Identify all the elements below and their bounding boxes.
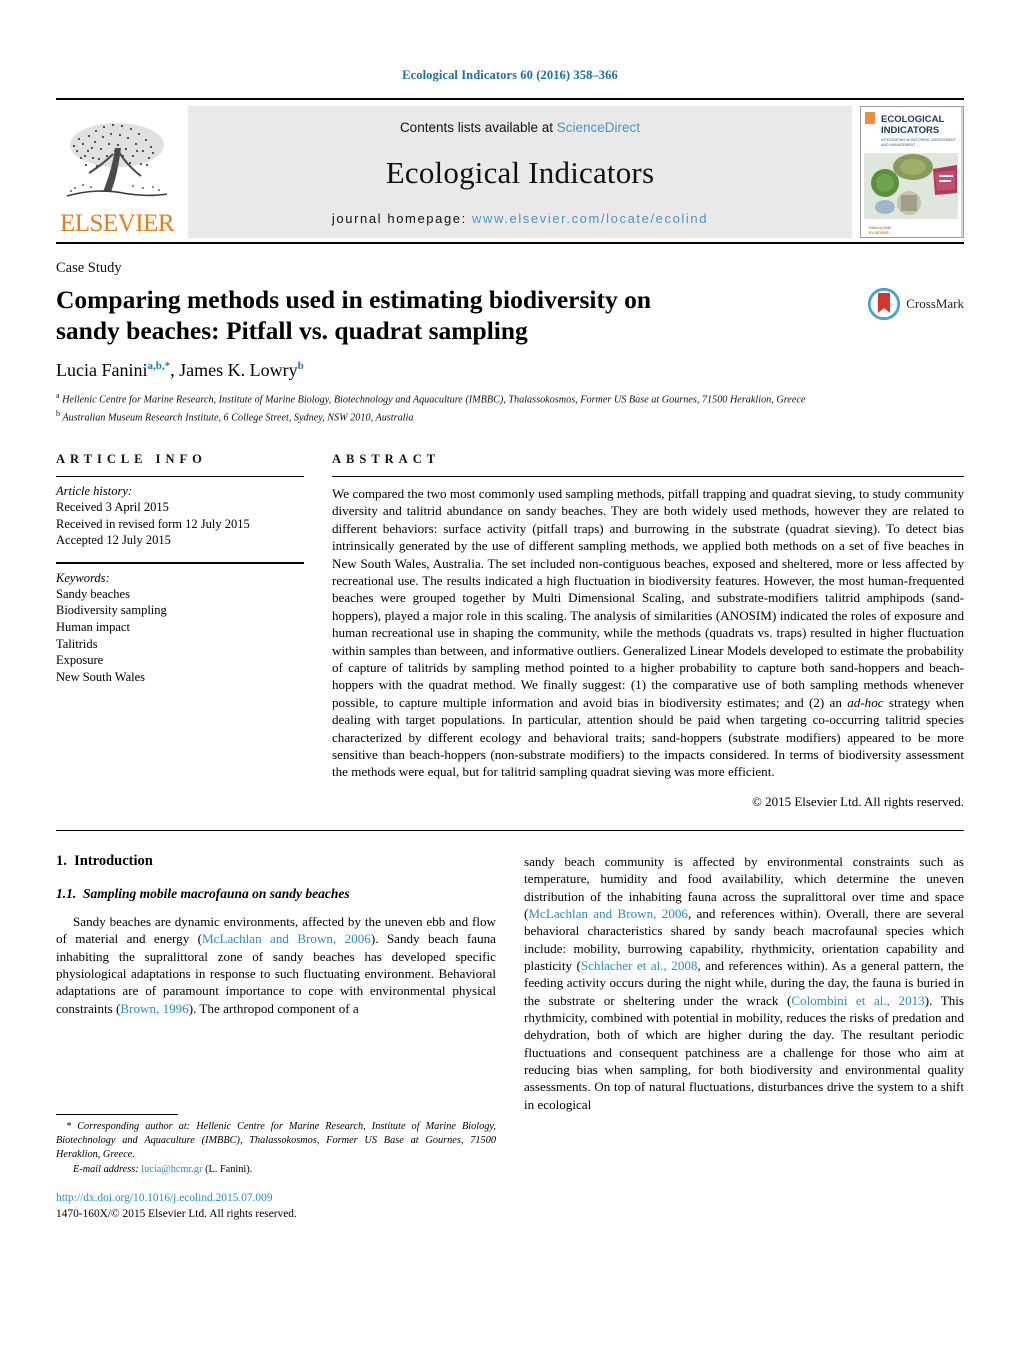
issn-copyright-line: 1470-160X/© 2015 Elsevier Ltd. All right… <box>56 1207 297 1220</box>
body-columns: 1. Introduction 1.1. Sampling mobile mac… <box>56 853 964 1222</box>
subsection-number: 1.1. <box>56 885 77 901</box>
article-page: Ecological Indicators 60 (2016) 358–366 <box>0 0 1020 1351</box>
paragraph-text: ). This rhythmicity, combined with poten… <box>524 992 964 1112</box>
left-column: 1. Introduction 1.1. Sampling mobile mac… <box>56 853 496 1222</box>
doi-link[interactable]: http://dx.doi.org/10.1016/j.ecolind.2015… <box>56 1191 496 1206</box>
elsevier-wordmark: ELSEVIER <box>59 210 175 237</box>
affiliation-b-text: Australian Museum Research Institute, 6 … <box>62 412 414 424</box>
running-head: Ecological Indicators 60 (2016) 358–366 <box>402 68 618 82</box>
email-note: E-mail address: lucia@hcmr.gr (L. Fanini… <box>56 1163 496 1177</box>
history-item: Received 3 April 2015 <box>56 499 169 514</box>
svg-text:INTEGRATING MONITORING, ASSESS: INTEGRATING MONITORING, ASSESSMENT <box>881 138 957 142</box>
paragraph: Sandy beaches are dynamic environments, … <box>56 913 496 1017</box>
footnote-block: * Corresponding author at: Hellenic Cent… <box>56 1114 496 1222</box>
article-info-heading: ARTICLE INFO <box>56 451 207 466</box>
article-history-label: Article history: <box>56 483 133 498</box>
article-type-label: Case Study <box>56 260 122 276</box>
divider <box>56 475 304 477</box>
affiliation-a-text: Hellenic Centre for Marine Research, Ins… <box>62 394 806 406</box>
crossmark-label: CrossMark <box>906 296 964 311</box>
copyright-line: © 2015 Elsevier Ltd. All rights reserved… <box>751 793 964 809</box>
citation-link[interactable]: McLachlan and Brown, 2006 <box>202 931 371 946</box>
subsection-heading: 1.1. Sampling mobile macrofauna on sandy… <box>56 886 496 902</box>
journal-title: Ecological Indicators <box>385 155 655 190</box>
cover-artwork: ECOLOGICAL INDICATORS INTEGRATING MONITO… <box>861 107 961 237</box>
homepage-url-link[interactable]: www.elsevier.com/locate/ecolind <box>472 211 708 226</box>
svg-text:ELSEVIER: ELSEVIER <box>869 230 889 235</box>
section-divider <box>56 829 964 831</box>
svg-text:AND MANAGEMENT: AND MANAGEMENT <box>881 143 916 147</box>
divider <box>56 561 304 564</box>
corresponding-author-text: * Corresponding author at: Hellenic Cent… <box>56 1121 496 1160</box>
keyword-item: Exposure <box>56 653 104 668</box>
keywords-label: Keywords: <box>56 570 110 585</box>
journal-masthead: ELSEVIER Contents lists available at Sci… <box>56 98 964 244</box>
divider <box>332 475 964 477</box>
affiliations: a Hellenic Centre for Marine Research, I… <box>56 390 964 426</box>
abstract-part-1: We compared the two most commonly used s… <box>332 485 964 710</box>
citation-link[interactable]: Brown, 1996 <box>120 1001 188 1016</box>
homepage-line: journal homepage: www.elsevier.com/locat… <box>332 211 708 226</box>
section-number: 1. <box>56 852 67 869</box>
journal-band: Contents lists available at ScienceDirec… <box>188 106 852 238</box>
abstract-italic-term: ad-hoc <box>847 694 884 710</box>
author-list: Lucia Faninia,b,*, James K. Lowryb <box>56 360 964 381</box>
history-item: Accepted 12 July 2015 <box>56 533 171 548</box>
page-title: Comparing methods used in estimating bio… <box>56 285 652 345</box>
elsevier-logo: ELSEVIER <box>56 106 178 238</box>
citation-link[interactable]: Colombini et al., 2013 <box>791 993 924 1008</box>
paragraph-text: ). The arthropod component of a <box>188 1000 359 1016</box>
citation-link[interactable]: Schlacher et al., 2008 <box>581 958 698 973</box>
keyword-item: Human impact <box>56 620 130 635</box>
keyword-item: Sandy beaches <box>56 586 130 601</box>
affiliation-b: b Australian Museum Research Institute, … <box>56 409 414 424</box>
citation-link[interactable]: McLachlan and Brown, 2006 <box>528 906 688 921</box>
keyword-item: New South Wales <box>56 669 146 684</box>
crossmark-badge[interactable]: CrossMark <box>867 287 964 321</box>
email-suffix: (L. Fanini). <box>202 1163 253 1175</box>
contents-line: Contents lists available at ScienceDirec… <box>400 120 640 135</box>
svg-text:INDICATORS: INDICATORS <box>881 125 939 136</box>
paragraph: sandy beach community is affected by env… <box>524 853 964 1113</box>
title-row: Comparing methods used in estimating bio… <box>56 277 964 346</box>
abstract-column: ABSTRACT We compared the two most common… <box>332 452 964 810</box>
abstract-text: We compared the two most commonly used s… <box>332 485 964 781</box>
journal-cover-thumbnail: ECOLOGICAL INDICATORS INTEGRATING MONITO… <box>860 106 964 238</box>
sciencedirect-link[interactable]: ScienceDirect <box>557 120 640 135</box>
info-abstract-block: ARTICLE INFO Article history: Received 3… <box>56 452 964 810</box>
crossmark-icon <box>868 288 901 320</box>
article-info-column: ARTICLE INFO Article history: Received 3… <box>56 452 304 810</box>
keyword-item: Biodiversity sampling <box>56 603 167 618</box>
abstract-heading: ABSTRACT <box>332 451 441 466</box>
corresponding-author-note: * Corresponding author at: Hellenic Cent… <box>56 1120 496 1161</box>
affiliation-a: a Hellenic Centre for Marine Research, I… <box>56 391 806 406</box>
subsection-title: Sampling mobile macrofauna on sandy beac… <box>83 885 350 901</box>
elsevier-tree-icon <box>66 123 168 197</box>
email-link[interactable]: lucia@hcmr.gr <box>141 1164 202 1175</box>
email-label: E-mail address: <box>73 1163 139 1175</box>
homepage-prefix: journal homepage: <box>331 211 473 226</box>
right-column: sandy beach community is affected by env… <box>524 853 964 1222</box>
keyword-item: Talitrids <box>56 636 98 651</box>
contents-prefix: Contents lists available at <box>399 120 557 135</box>
history-item: Received in revised form 12 July 2015 <box>56 516 250 531</box>
section-heading-introduction: 1. Introduction <box>56 853 496 870</box>
section-title: Introduction <box>74 852 153 869</box>
authors-text: Lucia Faninia,b,*, James K. Lowryb <box>56 360 304 381</box>
footnote-rule <box>56 1114 178 1116</box>
svg-text:ECOLOGICAL: ECOLOGICAL <box>881 114 945 125</box>
doi-block: http://dx.doi.org/10.1016/j.ecolind.2015… <box>56 1191 496 1222</box>
